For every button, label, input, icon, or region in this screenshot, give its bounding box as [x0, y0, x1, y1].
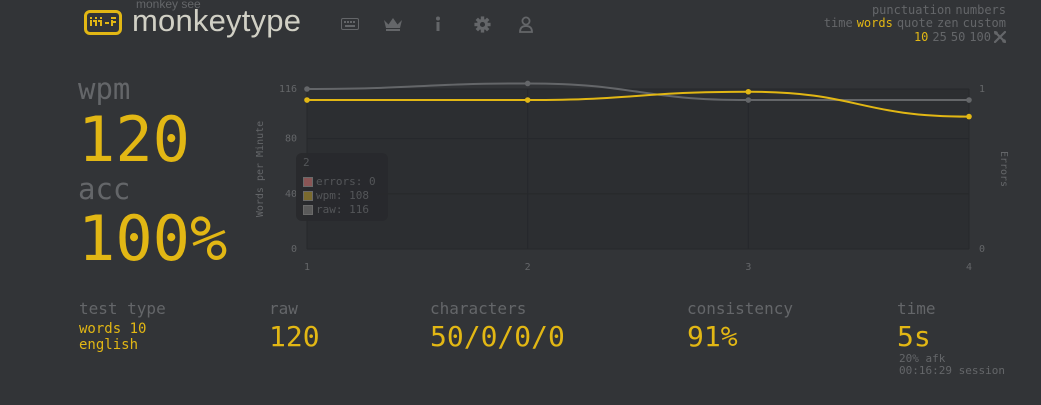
numbers-toggle[interactable]: numbers — [955, 3, 1006, 17]
punctuation-toggle[interactable]: punctuation — [872, 3, 951, 17]
raw-value: 120 — [269, 320, 320, 353]
config-row-2: time words quote zen custom — [820, 16, 1006, 30]
user-icon[interactable] — [516, 14, 536, 34]
session-value: 00:16:29 session — [899, 364, 1005, 377]
test-type-mode: words 10 — [79, 321, 147, 337]
chart-y-tick-right: 0 — [979, 244, 985, 255]
time-label: time — [897, 299, 936, 318]
config-row-1: punctuation numbers — [868, 3, 1006, 17]
consistency-label: consistency — [687, 299, 793, 318]
tooltip-title: 2 — [303, 156, 310, 169]
tooltip-row-errors: errors: 0 — [303, 175, 376, 188]
chart-point-raw — [524, 80, 531, 87]
chart-point-wpm — [745, 88, 752, 95]
logo-icon[interactable] — [84, 10, 122, 35]
chart-point-raw — [966, 97, 972, 103]
consistency-value: 91% — [687, 320, 738, 353]
chart-tooltip: 2 errors: 0 wpm: 108 raw: 116 — [296, 153, 388, 221]
characters-value: 50/0/0/0 — [430, 320, 565, 353]
chart-y-tick: 80 — [285, 134, 297, 145]
tooltip-swatch-errors — [303, 176, 313, 187]
mode-zen[interactable]: zen — [937, 16, 959, 30]
chart-y-ticks: 11680400 — [279, 84, 297, 255]
chart-y-ticks-right: 10 — [979, 84, 985, 255]
mode-custom[interactable]: custom — [963, 16, 1006, 30]
chart-x-tick: 2 — [525, 262, 531, 273]
keyboard-icon[interactable] — [340, 14, 360, 34]
tooltip-swatch-wpm — [303, 190, 313, 201]
mode-words[interactable]: words — [857, 16, 893, 30]
chart-point-raw — [304, 86, 310, 92]
mode-quote[interactable]: quote — [897, 16, 933, 30]
tooltip-text-raw: raw: 116 — [316, 203, 369, 216]
tooltip-text-errors: errors: 0 — [316, 175, 376, 188]
tooltip-swatch-raw — [303, 204, 313, 215]
word-count-25[interactable]: 25 — [932, 30, 946, 44]
info-icon[interactable] — [428, 14, 448, 34]
word-count-50[interactable]: 50 — [951, 30, 965, 44]
chart-y-tick-right: 1 — [979, 84, 985, 95]
chart-y-tick: 116 — [279, 84, 297, 95]
mode-time[interactable]: time — [824, 16, 853, 30]
chart-y-label-right: Errors — [998, 151, 1009, 187]
test-type-label: test type — [79, 299, 166, 318]
chart-point-raw — [745, 97, 752, 103]
config-row-3: 10 25 50 100 — [910, 30, 1006, 44]
tools-icon[interactable] — [994, 31, 1006, 43]
chart-x-tick: 3 — [745, 262, 751, 273]
chart-point-wpm — [966, 113, 972, 120]
test-type-language: english — [79, 337, 139, 353]
word-count-10[interactable]: 10 — [914, 30, 928, 44]
chart-x-tick: 1 — [304, 262, 310, 273]
wpm-label: wpm — [78, 72, 131, 106]
tooltip-text-wpm: wpm: 108 — [316, 189, 369, 202]
chart-x-tick: 4 — [966, 262, 972, 273]
chart-x-ticks: 1 2 3 4 — [304, 262, 972, 273]
acc-label: acc — [78, 172, 131, 206]
chart-point-wpm — [304, 97, 310, 103]
chart-y-tick: 0 — [291, 244, 297, 255]
raw-label: raw — [269, 299, 298, 318]
chart-plot-area — [307, 89, 969, 249]
tooltip-row-wpm: wpm: 108 — [303, 189, 369, 202]
word-count-100[interactable]: 100 — [969, 30, 991, 44]
tooltip-row-raw: raw: 116 — [303, 203, 369, 216]
crown-icon[interactable] — [383, 14, 403, 34]
chart-point-wpm — [524, 97, 531, 103]
brand-title[interactable]: monkeytype — [132, 3, 301, 39]
wpm-value: 120 — [78, 103, 190, 176]
chart-y-label: Words per Minute — [255, 121, 266, 217]
characters-label: characters — [430, 299, 527, 318]
time-value: 5s — [897, 320, 931, 353]
gear-icon[interactable] — [472, 14, 492, 34]
acc-value: 100% — [78, 202, 228, 275]
